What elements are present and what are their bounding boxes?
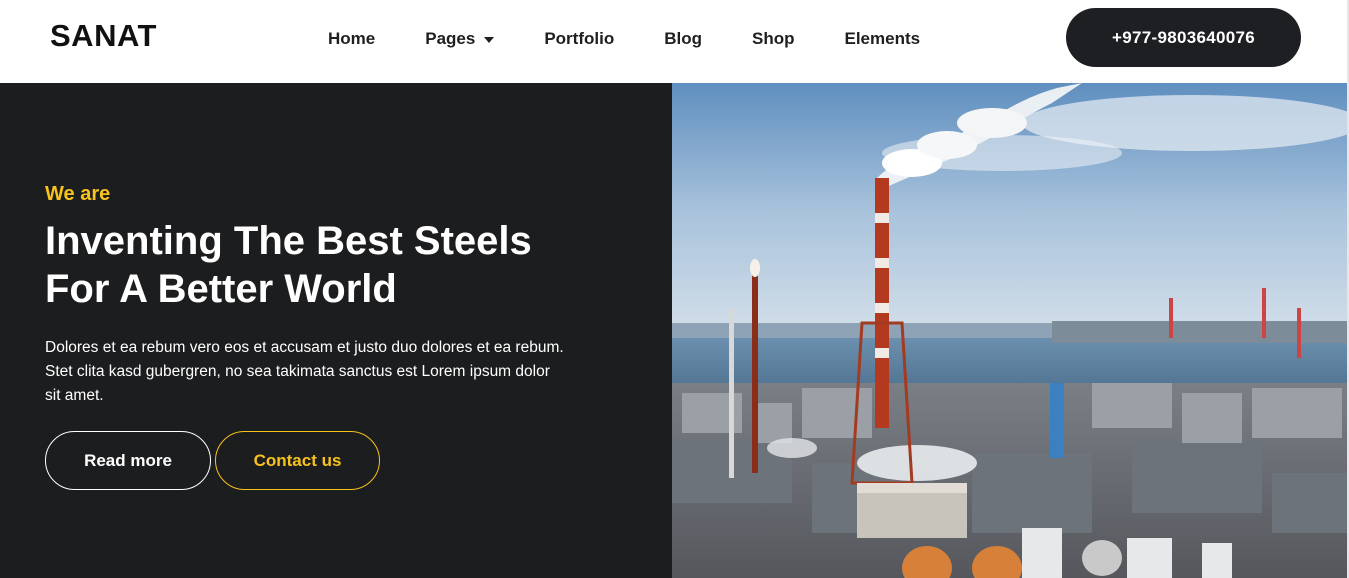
- nav-item-blog[interactable]: Blog: [664, 29, 702, 49]
- industrial-refinery-photo: [672, 83, 1347, 578]
- contact-us-button[interactable]: Contact us: [215, 431, 380, 490]
- hero-eyebrow: We are: [45, 183, 111, 205]
- hero-image: [672, 83, 1347, 578]
- nav-item-elements[interactable]: Elements: [845, 29, 921, 49]
- nav-item-label: Home: [328, 29, 376, 48]
- hero-headline: Inventing The Best Steels For A Better W…: [45, 217, 605, 313]
- phone-button[interactable]: +977-9803640076: [1066, 8, 1301, 67]
- nav-item-portfolio[interactable]: Portfolio: [544, 29, 614, 49]
- main-nav: Home Pages Portfolio Blog Shop Elements: [328, 27, 920, 51]
- hero-headline-line2: For A Better World: [45, 267, 397, 311]
- nav-item-home[interactable]: Home: [328, 29, 375, 49]
- nav-item-label: Blog: [664, 29, 702, 48]
- nav-item-label: Portfolio: [544, 29, 615, 48]
- hero-headline-line1: Inventing The Best Steels: [45, 219, 532, 263]
- hero-description: Dolores et ea rebum vero eos et accusam …: [45, 339, 564, 404]
- hero-content: We are Inventing The Best Steels For A B…: [0, 83, 672, 578]
- read-more-button[interactable]: Read more: [45, 431, 211, 490]
- caret-down-icon: [484, 36, 495, 43]
- nav-item-label: Elements: [844, 29, 921, 48]
- site-header: SANAT Home Pages Portfolio Blog Shop Ele…: [0, 0, 1349, 83]
- site-logo[interactable]: SANAT: [50, 18, 157, 54]
- nav-item-label: Shop: [752, 29, 795, 48]
- nav-item-shop[interactable]: Shop: [752, 29, 795, 49]
- nav-item-label: Pages: [425, 29, 476, 48]
- nav-item-pages[interactable]: Pages: [425, 29, 495, 49]
